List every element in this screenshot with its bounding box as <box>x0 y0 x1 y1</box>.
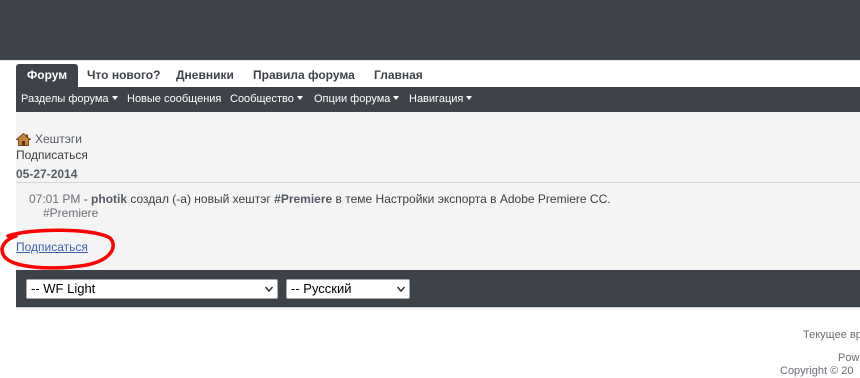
style-select-value: -- WF Light <box>31 281 96 296</box>
subnav-navigation[interactable]: Навигация <box>409 87 473 112</box>
activity-time: 07:01 PM <box>29 192 81 206</box>
subnav-label: Опции форума <box>314 93 391 105</box>
breadcrumb[interactable]: Хештэги <box>15 131 83 147</box>
hashtag-link[interactable]: #Premiere <box>43 206 98 220</box>
footer-powered-by: Pow <box>838 352 860 364</box>
chevron-down-icon <box>393 96 400 100</box>
footer-copyright: Copyright © 20 <box>780 365 854 377</box>
activity-in-topic-text: в теме <box>332 192 376 206</box>
main-tabbar: Форум Что нового? Дневники Правила форум… <box>0 60 860 88</box>
breadcrumb-label: Хештэги <box>35 132 83 146</box>
chevron-down-icon <box>296 96 303 100</box>
subnav-label: Новые сообщения <box>127 93 222 105</box>
subnav-label: Сообщество <box>230 93 294 105</box>
activity-user-link[interactable]: photik <box>91 192 127 206</box>
sub-navigation: Разделы форума Новые сообщения Сообществ… <box>16 87 860 112</box>
tab-forum[interactable]: Форум <box>16 64 79 88</box>
subnav-label: Разделы форума <box>21 93 109 105</box>
activity-topic-link[interactable]: Настройки экспорта в Adobe Premiere CC. <box>376 192 611 206</box>
activity-separator: - <box>80 192 92 206</box>
subnav-community[interactable]: Сообщество <box>230 87 303 112</box>
activity-entry: 07:01 PM - photik создал (-а) новый хешт… <box>29 192 611 206</box>
tab-whats-new[interactable]: Что нового? <box>87 64 160 88</box>
chevron-down-icon <box>397 286 405 292</box>
footer-current-time: Текущее вр <box>803 329 860 341</box>
language-select-value: -- Русский <box>291 281 352 296</box>
chevron-down-icon <box>466 96 473 100</box>
tab-diaries[interactable]: Дневники <box>176 64 234 88</box>
subnav-forum-options[interactable]: Опции форума <box>314 87 400 112</box>
date-header: 05-27-2014 <box>16 166 860 183</box>
activity-hashtag-link[interactable]: #Premiere <box>274 192 332 206</box>
site-header <box>0 0 860 60</box>
activity-action-text: создал (-а) новый хештэг <box>127 192 275 206</box>
subscribe-link-bottom[interactable]: Подписаться <box>16 240 88 254</box>
home-icon <box>15 132 32 146</box>
subscribe-link-top[interactable]: Подписаться <box>16 148 88 162</box>
tab-home[interactable]: Главная <box>374 64 423 88</box>
chevron-down-icon <box>265 286 273 292</box>
style-select[interactable]: -- WF Light <box>26 279 278 299</box>
chevron-down-icon <box>111 96 118 100</box>
footer-bar: -- WF Light -- Русский <box>16 270 860 308</box>
language-select[interactable]: -- Русский <box>286 279 410 299</box>
tab-forum-rules[interactable]: Правила форума <box>253 64 355 88</box>
date-label: 05-27-2014 <box>16 167 78 181</box>
subnav-label: Навигация <box>409 93 464 105</box>
subnav-forum-sections[interactable]: Разделы форума <box>21 87 118 112</box>
subnav-new-posts[interactable]: Новые сообщения <box>127 87 221 112</box>
